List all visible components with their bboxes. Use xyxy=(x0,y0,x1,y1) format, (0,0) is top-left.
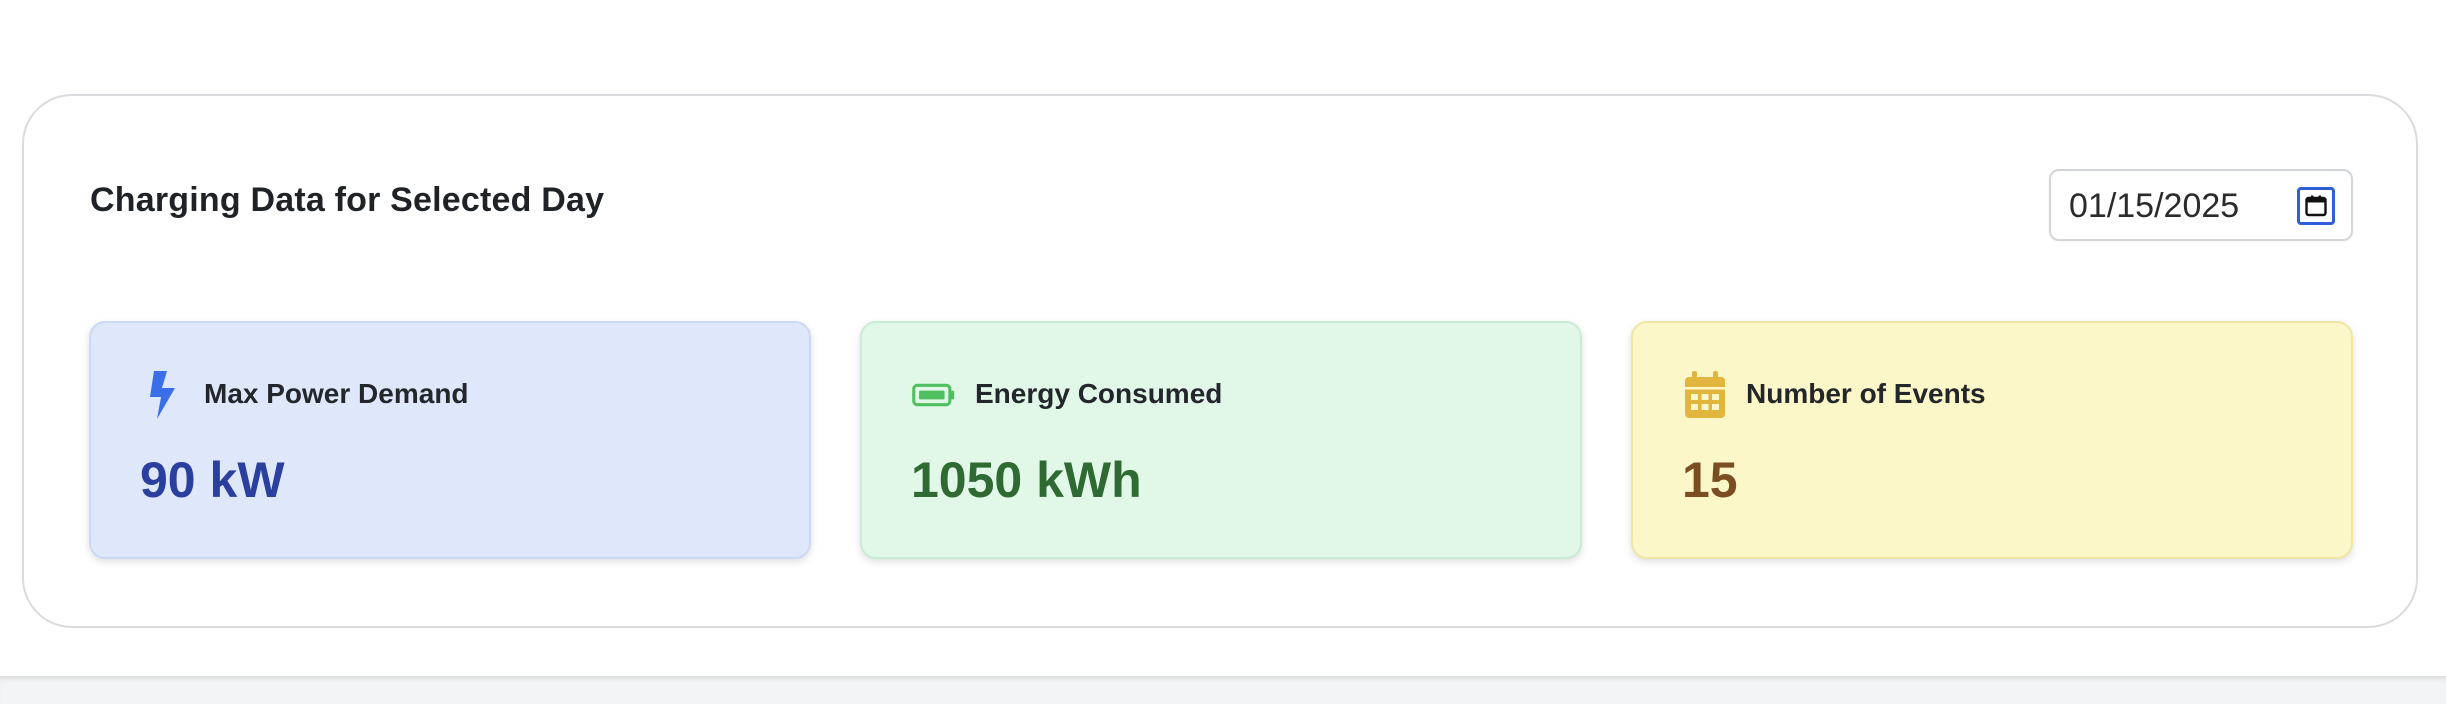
date-input[interactable]: 01/15/2025 xyxy=(2049,169,2353,241)
card-value: 1050 kWh xyxy=(911,452,1142,508)
card-label: Number of Events xyxy=(1746,378,1986,409)
number-of-events-card: Number of Events 15 xyxy=(1631,321,2353,559)
energy-consumed-card: Energy Consumed 1050 kWh xyxy=(860,321,1582,559)
card-label: Energy Consumed xyxy=(975,378,1223,409)
battery-icon xyxy=(912,369,956,421)
calendar-icon xyxy=(1683,369,1727,421)
panel-title: Charging Data for Selected Day xyxy=(90,181,605,219)
card-value: 15 xyxy=(1682,452,1738,508)
charging-data-panel: Charging Data for Selected Day 01/15/202… xyxy=(22,94,2418,628)
page-footer-strip xyxy=(0,676,2446,704)
lightning-bolt-icon xyxy=(141,369,185,421)
card-value: 90 kW xyxy=(140,452,285,508)
max-power-demand-card: Max Power Demand 90 kW xyxy=(89,321,811,559)
calendar-icon[interactable] xyxy=(2297,187,2335,225)
date-input-value[interactable]: 01/15/2025 xyxy=(2069,186,2239,226)
card-label: Max Power Demand xyxy=(204,378,469,409)
